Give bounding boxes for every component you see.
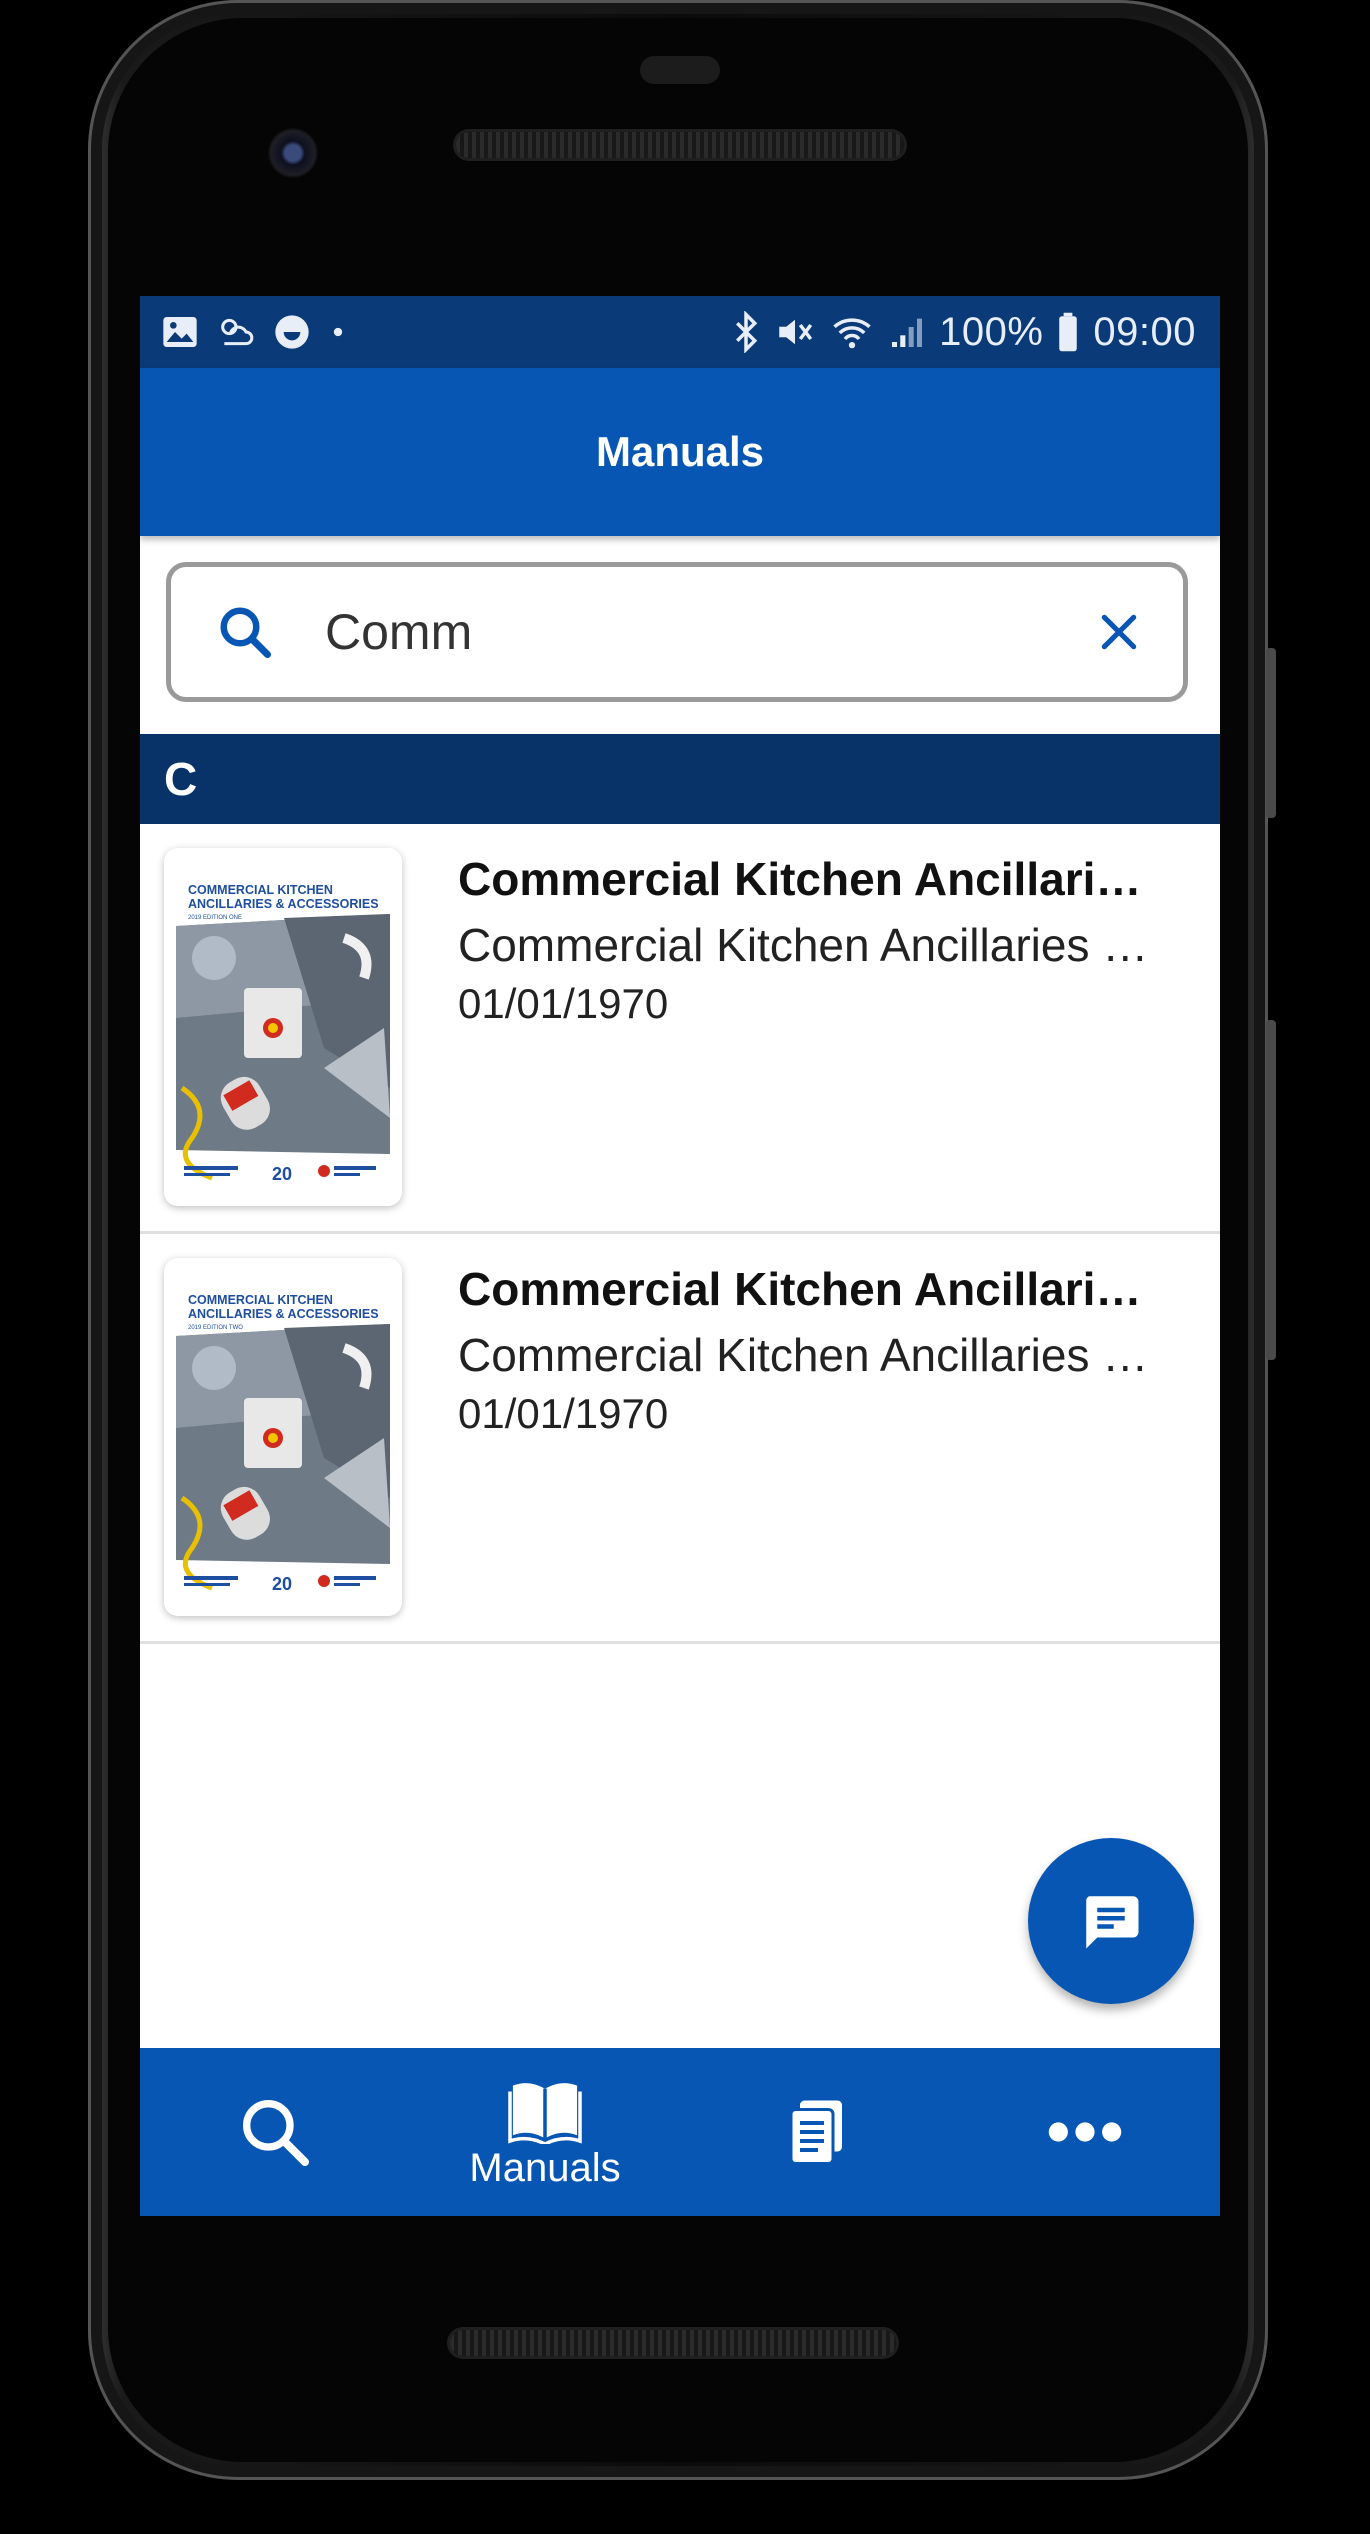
cover-title-line2: ANCILLARIES & ACCESSORIES	[188, 1307, 379, 1321]
manual-cover-thumbnail: COMMERCIAL KITCHEN ANCILLARIES & ACCESSO…	[164, 1258, 402, 1616]
nav-more[interactable]	[950, 2048, 1220, 2216]
search-icon	[242, 2100, 309, 2166]
search-icon	[220, 607, 271, 658]
cover-title-line1: COMMERCIAL KITCHEN	[188, 883, 333, 897]
weather-icon	[221, 318, 254, 346]
bottom-navigation: Manuals	[140, 2048, 1220, 2216]
status-bar: 100% 09:00	[140, 296, 1220, 368]
mute-icon	[779, 319, 813, 345]
more-icon	[1048, 2122, 1122, 2142]
chat-button[interactable]	[1028, 1838, 1194, 2004]
manual-cover-image: COMMERCIAL KITCHEN ANCILLARIES & ACCESSO…	[164, 1258, 402, 1616]
manual-date: 01/01/1970	[458, 980, 669, 1027]
front-camera	[268, 128, 318, 178]
signal-icon	[892, 318, 923, 347]
dot-icon	[333, 327, 343, 337]
svg-text:20: 20	[272, 1164, 292, 1184]
app-bar: Manuals	[140, 368, 1220, 536]
bluetooth-icon	[736, 311, 758, 353]
chat-icon	[1086, 1896, 1139, 1949]
svg-text:20: 20	[272, 1574, 292, 1594]
image-icon	[163, 317, 197, 347]
manual-cover-thumbnail: COMMERCIAL KITCHEN ANCILLARIES & ACCESSO…	[164, 848, 402, 1206]
list-item[interactable]: COMMERCIAL KITCHEN ANCILLARIES & ACCESSO…	[140, 1234, 1220, 1644]
nav-manuals-label: Manuals	[469, 2145, 621, 2190]
manual-title: Commercial Kitchen Ancillaries & Accesso…	[458, 853, 1158, 905]
clock: 09:00	[1093, 309, 1196, 354]
nav-documents[interactable]	[680, 2048, 950, 2216]
manual-title: Commercial Kitchen Ancillaries & Accesso…	[458, 1263, 1158, 1315]
battery-icon	[1059, 312, 1078, 352]
manual-date: 01/01/1970	[458, 1390, 669, 1437]
nav-manuals[interactable]: Manuals	[410, 2048, 680, 2216]
list-item[interactable]: COMMERCIAL KITCHEN ANCILLARIES & ACCESSO…	[140, 824, 1220, 1234]
cover-title-line1: COMMERCIAL KITCHEN	[188, 1293, 333, 1307]
cover-edition: 2019 EDITION TWO	[188, 1325, 243, 1331]
wifi-icon	[833, 318, 871, 349]
top-speaker	[456, 132, 904, 158]
app-screen: 100% 09:00 Manuals C COMMERCIAL KITCHEN …	[140, 296, 1220, 2216]
close-icon[interactable]	[1097, 610, 1141, 654]
section-header: C	[140, 734, 1220, 824]
documents-icon	[789, 2100, 842, 2165]
search-box[interactable]	[166, 562, 1188, 702]
manual-subtitle: Commercial Kitchen Ancillaries & Accesso…	[458, 1329, 1158, 1381]
cover-edition: 2019 EDITION ONE	[188, 915, 242, 921]
results-list: COMMERCIAL KITCHEN ANCILLARIES & ACCESSO…	[140, 824, 1220, 1644]
face-icon	[275, 315, 309, 349]
cover-title-line2: ANCILLARIES & ACCESSORIES	[188, 897, 379, 911]
manual-subtitle: Commercial Kitchen Ancillaries & Accesso…	[458, 919, 1158, 971]
page-title: Manuals	[595, 428, 765, 475]
earpiece	[640, 56, 720, 84]
battery-percent: 100%	[939, 309, 1044, 354]
book-icon	[508, 2082, 582, 2144]
manual-cover-image: COMMERCIAL KITCHEN ANCILLARIES & ACCESSO…	[164, 848, 402, 1206]
nav-search[interactable]	[140, 2048, 410, 2216]
search-input[interactable]	[323, 591, 1097, 673]
bottom-speaker	[450, 2330, 896, 2356]
power-button	[1266, 648, 1276, 818]
volume-button	[1266, 1020, 1276, 1360]
